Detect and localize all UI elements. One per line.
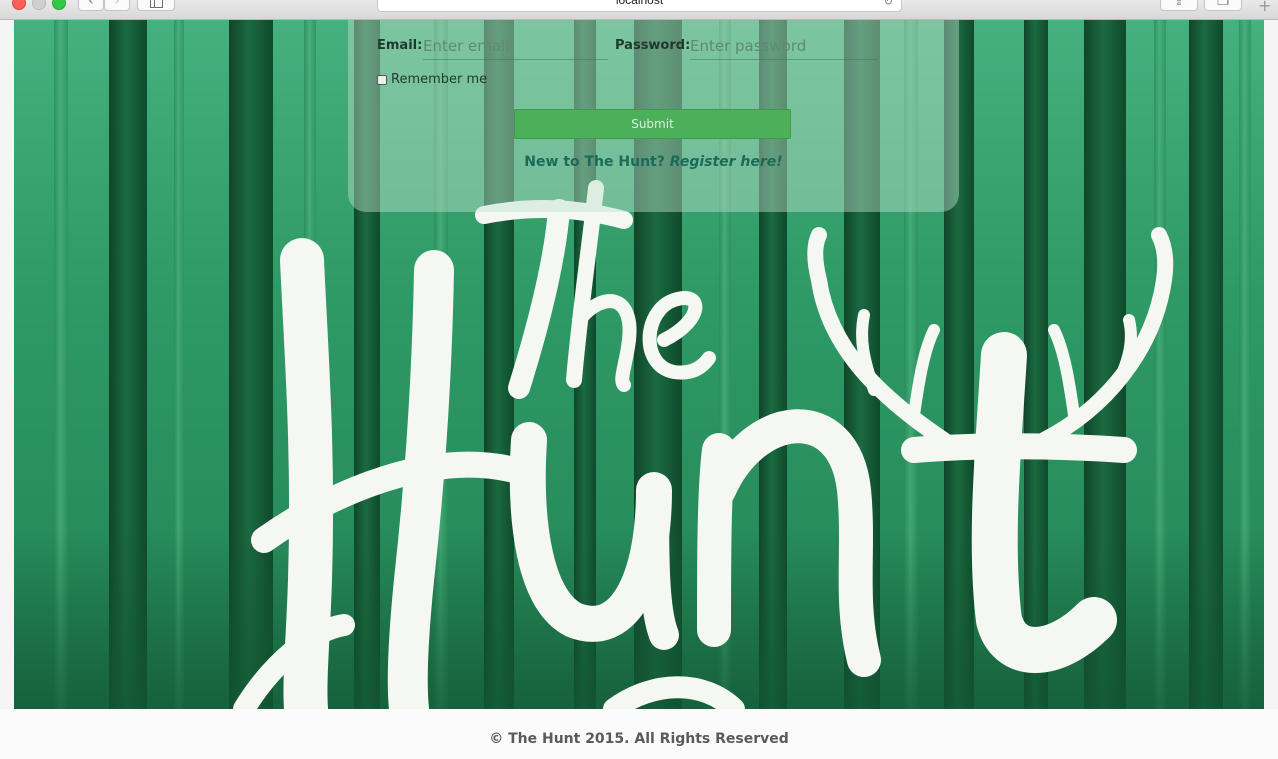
remember-me-checkbox[interactable] xyxy=(377,74,387,85)
tabs-icon: ❐ xyxy=(1216,0,1230,9)
chevron-left-icon: ‹ xyxy=(88,0,94,9)
password-field[interactable] xyxy=(690,33,878,60)
submit-button[interactable]: Submit xyxy=(514,109,791,139)
maximize-window-icon[interactable] xyxy=(52,0,66,10)
share-icon: ⇪ xyxy=(1173,0,1185,9)
share-button[interactable]: ⇪ xyxy=(1160,0,1198,11)
browser-toolbar: ‹ › localhost ↻ ⇪ ❐ + xyxy=(0,0,1278,20)
login-form: Email: Password: Remember me Submit New … xyxy=(348,20,959,212)
show-tabs-button[interactable]: ❐ xyxy=(1204,0,1242,11)
reload-icon[interactable]: ↻ xyxy=(884,0,893,8)
back-button[interactable]: ‹ xyxy=(78,0,104,11)
chevron-right-icon: › xyxy=(114,0,120,9)
sidebar-icon xyxy=(149,0,163,8)
register-prompt: New to The Hunt? Register here! xyxy=(348,154,959,170)
email-field[interactable] xyxy=(423,33,608,60)
hero-background: Email: Password: Remember me Submit New … xyxy=(14,20,1264,709)
remember-me-label: Remember me xyxy=(391,72,488,87)
register-link[interactable]: Register here! xyxy=(670,154,783,170)
register-prompt-text: New to The Hunt? xyxy=(524,154,665,170)
sidebar-toggle-button[interactable] xyxy=(137,0,175,11)
forward-button[interactable]: › xyxy=(104,0,130,11)
new-tab-icon[interactable]: + xyxy=(1258,0,1271,14)
copyright-text: © The Hunt 2015. All Rights Reserved xyxy=(489,731,789,747)
address-bar[interactable]: localhost ↻ xyxy=(377,0,902,12)
url-text: localhost xyxy=(615,0,664,7)
minimize-window-icon[interactable] xyxy=(32,0,46,10)
email-label: Email: xyxy=(377,38,423,53)
footer: © The Hunt 2015. All Rights Reserved xyxy=(0,709,1278,759)
remember-me-row: Remember me xyxy=(377,72,487,87)
close-window-icon[interactable] xyxy=(12,0,26,10)
password-label: Password: xyxy=(615,38,691,53)
